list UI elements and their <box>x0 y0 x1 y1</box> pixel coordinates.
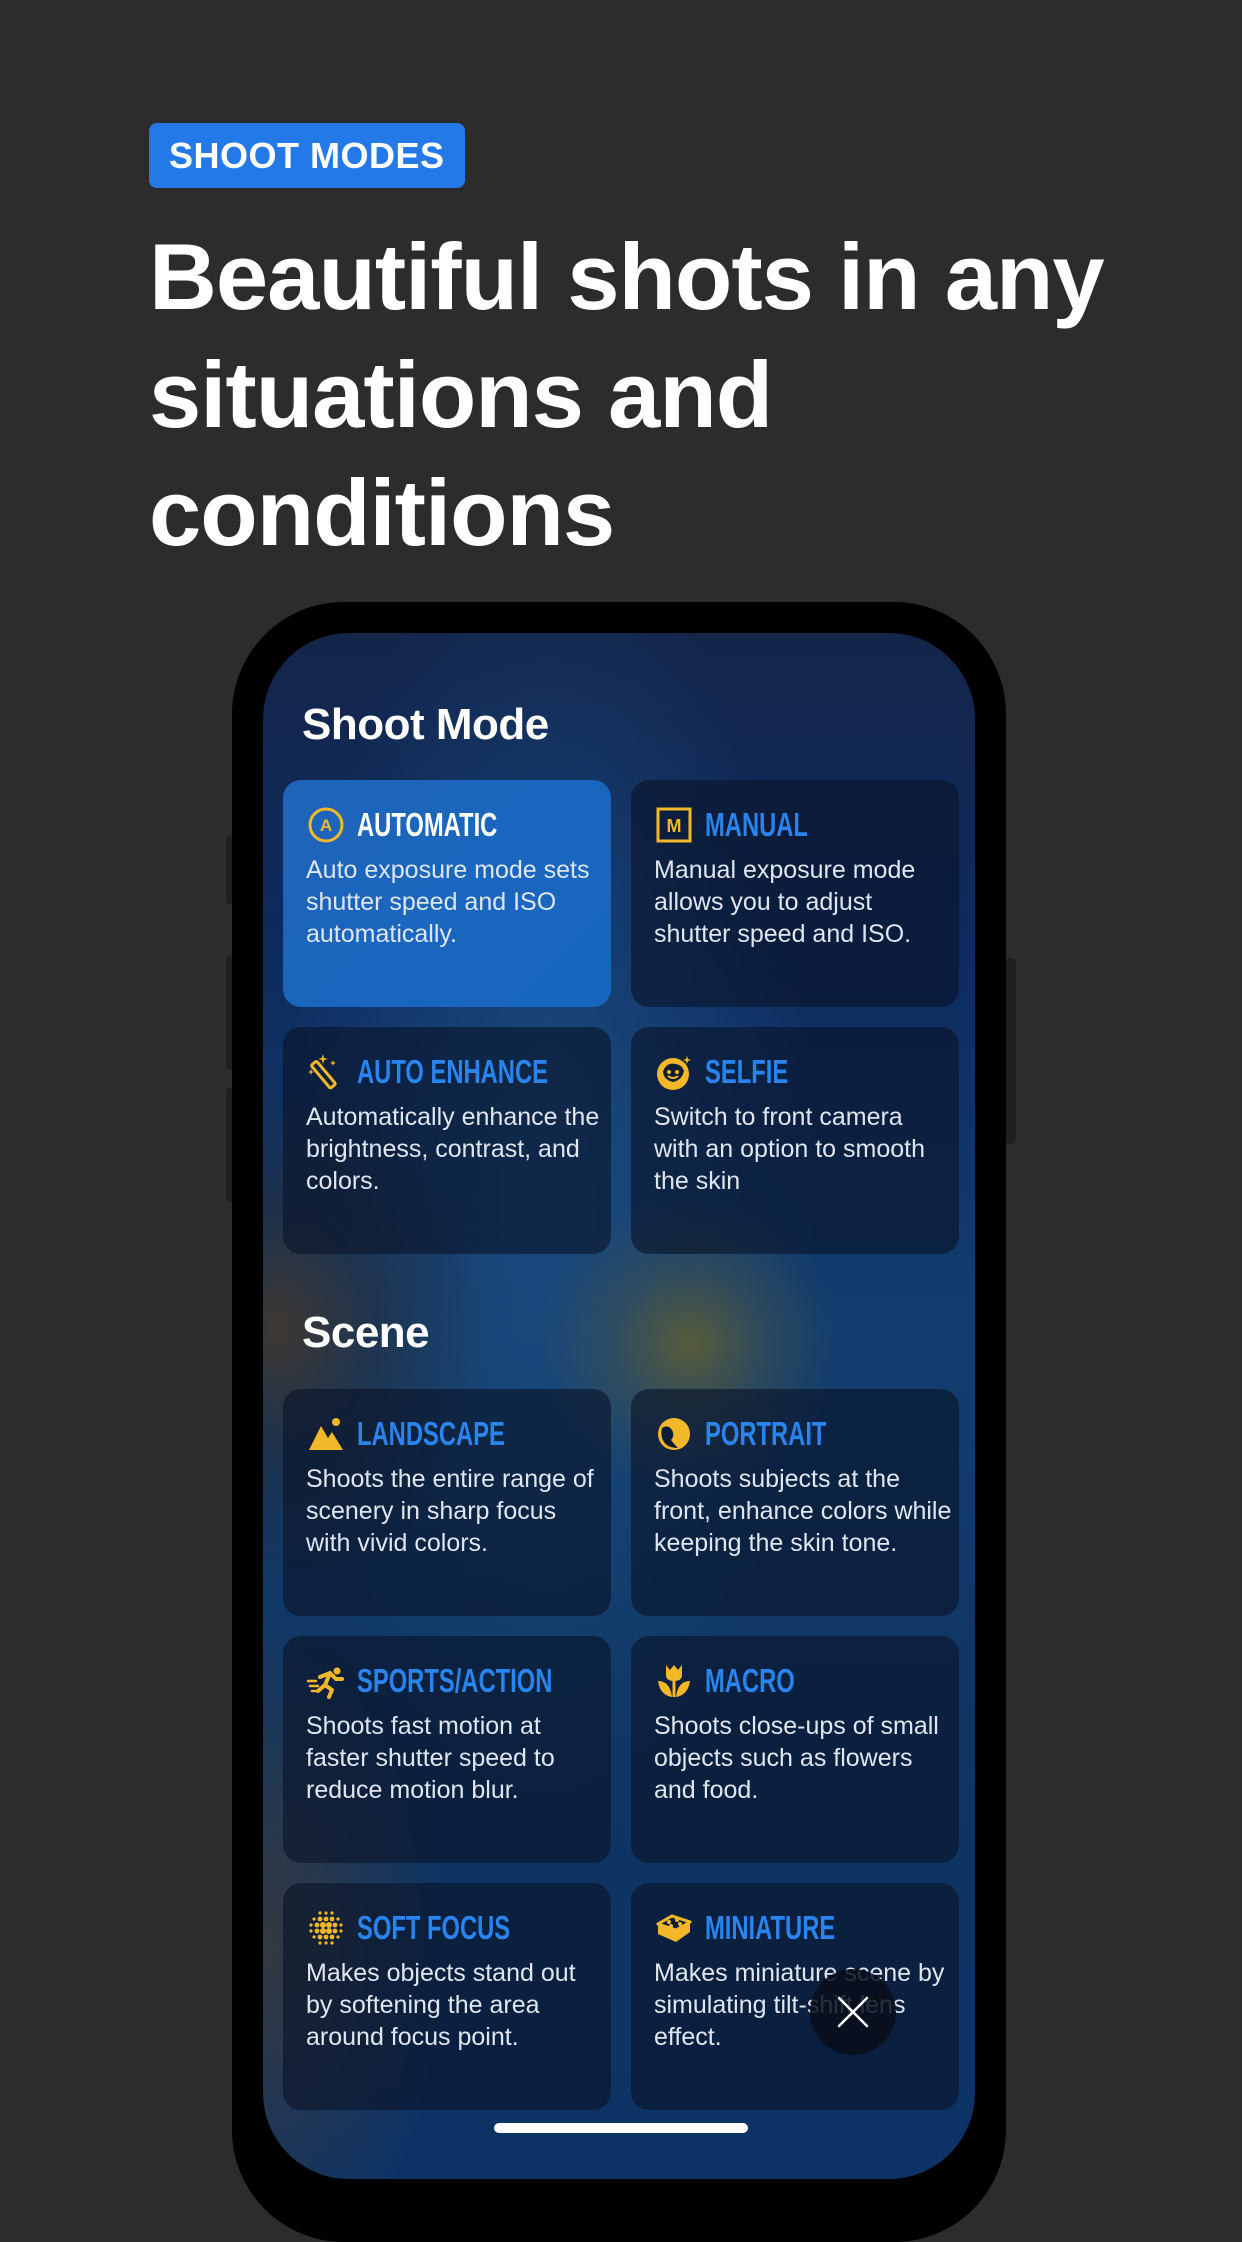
close-button[interactable] <box>810 1969 896 2055</box>
headline-line: conditions <box>149 460 615 565</box>
shoot-modes-badge: SHOOT MODES <box>149 123 465 188</box>
sports-runner-icon <box>306 1661 346 1701</box>
card-description: Shoots subjects at the front, enhance co… <box>654 1465 952 1557</box>
miniature-brick-icon <box>654 1908 694 1948</box>
card-description: Switch to front camera with an option to… <box>654 1103 925 1195</box>
scene-card-portrait[interactable]: PORTRAIT Shoots subjects at the front, e… <box>631 1389 959 1616</box>
svg-text:M: M <box>667 816 682 836</box>
card-description: Shoots close-ups of small objects such a… <box>654 1712 939 1804</box>
headline-line: Beautiful shots in any <box>149 224 1105 329</box>
section-title-scene: Scene <box>302 1308 430 1357</box>
card-description: Makes miniature scene by simulating tilt… <box>654 1959 945 2051</box>
mode-card-automatic[interactable]: A AUTOMATIC Auto exposure mode sets shut… <box>283 780 611 1007</box>
section-title-shoot-mode: Shoot Mode <box>302 700 549 749</box>
card-title: MINIATURE <box>705 1909 836 1946</box>
phone-screen: Shoot Mode A AUTOMATIC Auto exposure mod… <box>263 633 975 2179</box>
scene-card-landscape[interactable]: LANDSCAPE Shoots the entire range of sce… <box>283 1389 611 1616</box>
card-title: PORTRAIT <box>705 1415 827 1452</box>
headline-line: situations and <box>149 342 773 447</box>
portrait-head-icon <box>654 1414 694 1454</box>
card-title: SPORTS/ACTION <box>357 1662 553 1699</box>
card-title: AUTOMATIC <box>357 806 498 843</box>
svg-text:A: A <box>320 816 332 835</box>
close-icon <box>837 1996 869 2028</box>
manual-m-square-icon: M <box>654 805 694 845</box>
card-description: Shoots fast motion at faster shutter spe… <box>306 1712 555 1804</box>
macro-tulip-icon <box>654 1661 694 1701</box>
scene-card-soft-focus[interactable]: SOFT FOCUS Makes objects stand out by so… <box>283 1883 611 2110</box>
magic-wand-icon <box>306 1052 346 1092</box>
card-title: MACRO <box>705 1662 795 1699</box>
card-title: MANUAL <box>705 806 808 843</box>
scene-card-miniature[interactable]: MINIATURE Makes miniature scene by simul… <box>631 1883 959 2110</box>
card-description: Makes objects stand out by softening the… <box>306 1959 576 2051</box>
page-headline: Beautiful shots in any situations and co… <box>149 218 1149 572</box>
mode-card-selfie[interactable]: SELFIE Switch to front camera with an op… <box>631 1027 959 1254</box>
soft-focus-dots-icon <box>306 1908 346 1948</box>
card-title: AUTO ENHANCE <box>357 1053 548 1090</box>
card-description: Manual exposure mode allows you to adjus… <box>654 856 916 948</box>
card-description: Automatically enhance the brightness, co… <box>306 1103 600 1195</box>
card-title: LANDSCAPE <box>357 1415 505 1452</box>
card-title: SOFT FOCUS <box>357 1909 511 1946</box>
card-title: SELFIE <box>705 1053 789 1090</box>
card-description: Shoots the entire range of scenery in sh… <box>306 1465 594 1557</box>
mode-card-auto-enhance[interactable]: AUTO ENHANCE Automatically enhance the b… <box>283 1027 611 1254</box>
landscape-mountain-icon <box>306 1414 346 1454</box>
scene-card-macro[interactable]: MACRO Shoots close-ups of small objects … <box>631 1636 959 1863</box>
scene-card-sports-action[interactable]: SPORTS/ACTION Shoots fast motion at fast… <box>283 1636 611 1863</box>
card-description: Auto exposure mode sets shutter speed an… <box>306 856 590 948</box>
mode-card-manual[interactable]: M MANUAL Manual exposure mode allows you… <box>631 780 959 1007</box>
home-indicator[interactable] <box>494 2123 748 2133</box>
selfie-face-icon <box>654 1052 694 1092</box>
phone-frame: Shoot Mode A AUTOMATIC Auto exposure mod… <box>232 602 1006 2242</box>
automatic-a-circle-icon: A <box>306 805 346 845</box>
